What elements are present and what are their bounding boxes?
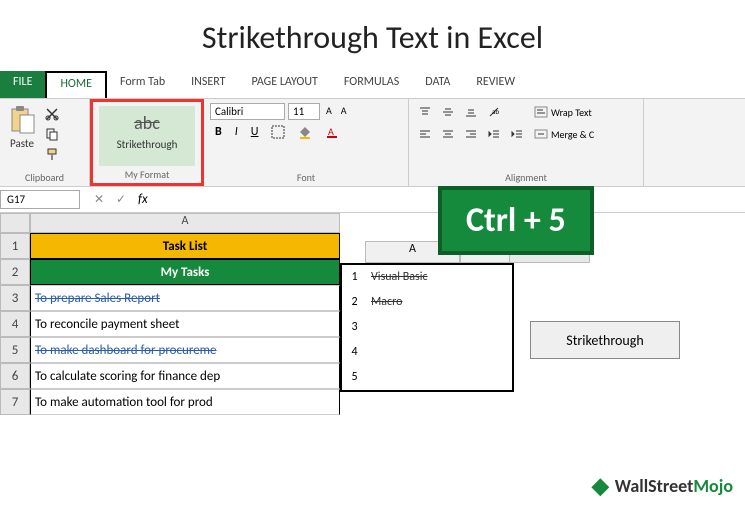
cut-icon[interactable] — [42, 105, 62, 123]
fill-color-icon[interactable] — [293, 124, 317, 144]
decrease-indent-icon[interactable] — [484, 125, 504, 143]
mini-corner[interactable] — [340, 241, 365, 263]
paste-icon — [6, 103, 38, 137]
watermark: ◆ WallStreetMojo — [592, 472, 733, 499]
tab-home[interactable]: HOME — [45, 71, 107, 98]
borders-icon[interactable] — [266, 124, 290, 144]
mini-cell-a2[interactable]: Macro — [367, 290, 462, 315]
mini-row-header[interactable]: 1 — [342, 265, 367, 290]
increase-indent-icon[interactable] — [507, 125, 527, 143]
row-header[interactable]: 5 — [0, 337, 30, 363]
mini-cell-a5[interactable] — [367, 365, 462, 390]
mini-cell-a1[interactable]: Visual Basic — [367, 265, 462, 290]
mini-cell-a3[interactable] — [367, 315, 462, 340]
font-group: Calibri 11 A A B I U A Font — [204, 99, 409, 186]
myformat-label: My Format — [99, 168, 195, 181]
cell-a7[interactable]: To make automation tool for prod — [30, 389, 340, 415]
left-sheet: A 1Task List 2My Tasks 3To prepare Sales… — [0, 213, 340, 415]
mini-row-header[interactable]: 2 — [342, 290, 367, 315]
align-right-icon[interactable] — [461, 125, 481, 143]
paste-button[interactable]: Paste — [6, 103, 38, 163]
fx-icon[interactable]: fx — [138, 192, 148, 207]
copy-icon[interactable] — [42, 125, 62, 143]
page-title: Strikethrough Text in Excel — [0, 0, 745, 71]
font-size-select[interactable]: 11 — [288, 103, 320, 120]
orientation-icon[interactable]: ab — [484, 103, 504, 121]
formula-cancel-icon[interactable]: ✕ — [88, 192, 110, 207]
align-top-icon[interactable] — [415, 103, 435, 121]
cell-a1[interactable]: Task List — [30, 233, 340, 259]
watermark-icon: ◆ — [592, 472, 609, 499]
worksheet-area: A 1Task List 2My Tasks 3To prepare Sales… — [0, 213, 745, 415]
row-header[interactable]: 3 — [0, 285, 30, 311]
mini-row-header[interactable]: 3 — [342, 315, 367, 340]
mini-cell-a4[interactable] — [367, 340, 462, 365]
font-label: Font — [210, 171, 402, 184]
mini-cell-b5[interactable] — [462, 365, 512, 390]
tab-page-layout[interactable]: PAGE LAYOUT — [239, 71, 331, 98]
cell-a3[interactable]: To prepare Sales Report — [30, 285, 340, 311]
tab-insert[interactable]: INSERT — [178, 71, 238, 98]
strikethrough-icon: abc — [134, 112, 160, 134]
strikethrough-label: Strikethrough — [117, 138, 178, 151]
cell-a2[interactable]: My Tasks — [30, 259, 340, 285]
mini-cell-b4[interactable] — [462, 340, 512, 365]
font-name-select[interactable]: Calibri — [210, 103, 285, 120]
col-header-a[interactable]: A — [30, 213, 340, 233]
align-bottom-icon[interactable] — [461, 103, 481, 121]
mini-cell-b1[interactable] — [462, 265, 512, 290]
align-center-icon[interactable] — [438, 125, 458, 143]
tab-data[interactable]: DATA — [412, 71, 463, 98]
font-color-icon[interactable]: A — [320, 124, 344, 144]
merge-center-button[interactable]: Merge & C — [530, 125, 598, 143]
wrap-text-button[interactable]: Wrap Text — [530, 103, 596, 121]
ribbon: Paste Clipboard abc Strikethrough My For… — [0, 99, 745, 187]
formula-bar: G17 ✕ ✓ fx — [0, 187, 745, 213]
row-header[interactable]: 7 — [0, 389, 30, 415]
clipboard-group: Paste Clipboard — [0, 99, 90, 186]
clipboard-label: Clipboard — [6, 171, 83, 184]
paste-label: Paste — [10, 137, 34, 150]
mini-row-header[interactable]: 4 — [342, 340, 367, 365]
tab-formulas[interactable]: FORMULAS — [331, 71, 412, 98]
align-middle-icon[interactable] — [438, 103, 458, 121]
alignment-group: ab Wrap Text Merge & C Alignment — [409, 99, 644, 186]
alignment-label: Alignment — [415, 171, 637, 184]
cell-a6[interactable]: To calculate scoring for finance dep — [30, 363, 340, 389]
mini-cell-b3[interactable] — [462, 315, 512, 340]
row-header[interactable]: 2 — [0, 259, 30, 285]
strikethrough-button[interactable]: abc Strikethrough — [99, 106, 195, 166]
mini-row-header[interactable]: 5 — [342, 365, 367, 390]
strikethrough-macro-button[interactable]: Strikethrough — [530, 321, 680, 359]
mini-cell-b2[interactable] — [462, 290, 512, 315]
formula-enter-icon[interactable]: ✓ — [110, 192, 132, 207]
tab-file[interactable]: FILE — [0, 71, 45, 98]
row-header[interactable]: 1 — [0, 233, 30, 259]
cell-a5[interactable]: To make dashboard for procureme — [30, 337, 340, 363]
align-left-icon[interactable] — [415, 125, 435, 143]
row-header[interactable]: 6 — [0, 363, 30, 389]
svg-text:ab: ab — [492, 107, 499, 116]
name-box[interactable]: G17 — [0, 190, 80, 209]
shortcut-badge: Ctrl + 5 — [438, 186, 594, 255]
cell-a4[interactable]: To reconcile payment sheet — [30, 311, 340, 337]
mini-table: 1Visual Basic 2Macro 3 4 5 — [340, 263, 514, 392]
format-painter-icon[interactable] — [42, 145, 62, 163]
tab-form[interactable]: Form Tab — [107, 71, 178, 98]
underline-button[interactable]: U — [246, 124, 264, 144]
myformat-group: abc Strikethrough My Format — [90, 99, 204, 186]
tab-review[interactable]: REVIEW — [463, 71, 528, 98]
italic-button[interactable]: I — [230, 124, 243, 144]
row-header[interactable]: 4 — [0, 311, 30, 337]
bold-button[interactable]: B — [210, 124, 227, 144]
watermark-mojo: Mojo — [693, 475, 733, 497]
watermark-text: WallStreet — [615, 475, 694, 497]
ribbon-tabs: FILE HOME Form Tab INSERT PAGE LAYOUT FO… — [0, 71, 745, 99]
decrease-font-icon[interactable]: A — [338, 103, 350, 120]
increase-font-icon[interactable]: A — [323, 103, 335, 120]
select-all-corner[interactable] — [0, 213, 30, 233]
